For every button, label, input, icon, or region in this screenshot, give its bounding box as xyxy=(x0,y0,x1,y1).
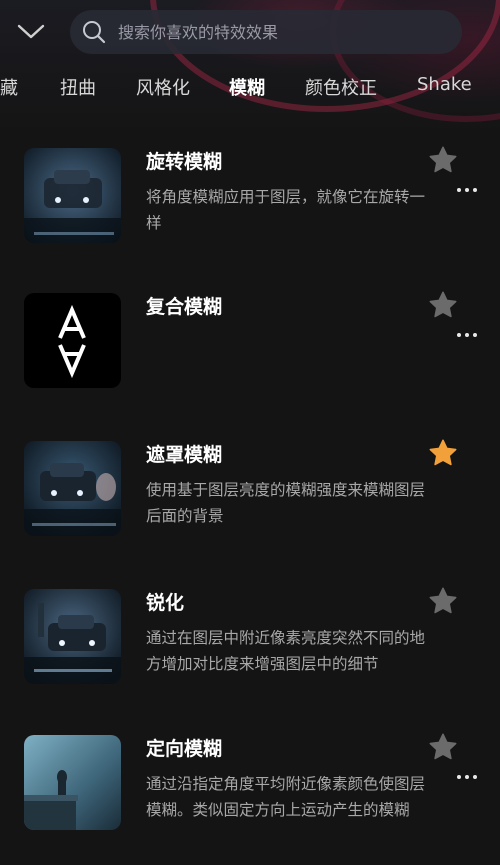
effect-thumbnail xyxy=(24,735,121,830)
tab-blur[interactable]: 模糊 xyxy=(229,74,265,100)
effect-title: 定向模糊 xyxy=(146,738,223,760)
more-icon-dot xyxy=(473,333,477,337)
tab-shake[interactable]: Shake xyxy=(417,74,472,95)
more-button[interactable] xyxy=(452,180,482,200)
effect-title: 复合模糊 xyxy=(146,296,223,318)
collapse-button[interactable] xyxy=(14,14,48,48)
star-icon xyxy=(429,439,457,466)
effect-description: 使用基于图层亮度的模糊强度来模糊图层后面的背景 xyxy=(146,481,426,525)
effect-description: 通过在图层中附近像素亮度突然不同的地方增加对比度来增强图层中的细节 xyxy=(146,629,426,673)
more-icon-dot xyxy=(473,775,477,779)
tab-favorites[interactable]: 藏 xyxy=(0,74,18,100)
effect-description: 将角度模糊应用于图层，就像它在旋转一样 xyxy=(146,188,426,232)
category-tabs: 藏 扭曲 风格化 模糊 颜色校正 Shake xyxy=(0,70,500,106)
favorite-button[interactable] xyxy=(427,585,459,617)
more-icon-dot xyxy=(473,188,477,192)
tab-distort[interactable]: 扭曲 xyxy=(60,74,96,100)
star-icon xyxy=(429,733,457,760)
effect-title: 旋转模糊 xyxy=(146,151,223,173)
more-icon xyxy=(457,775,461,779)
star-icon xyxy=(429,587,457,614)
effect-title: 锐化 xyxy=(146,592,185,614)
more-icon-dot xyxy=(465,775,469,779)
more-icon-dot xyxy=(465,333,469,337)
search-icon xyxy=(82,20,106,44)
more-icon xyxy=(457,188,461,192)
more-icon xyxy=(457,333,461,337)
effects-screen: 藏 扭曲 风格化 模糊 颜色校正 Shake xyxy=(0,0,500,865)
more-button[interactable] xyxy=(452,325,482,345)
effect-thumbnail xyxy=(24,148,121,243)
favorite-button[interactable] xyxy=(427,289,459,321)
effect-thumbnail xyxy=(24,589,121,684)
effect-description: 通过沿指定角度平均附近像素颜色使图层模糊。类似固定方向上运动产生的模糊 xyxy=(146,775,426,819)
tab-stylize[interactable]: 风格化 xyxy=(136,74,190,100)
star-icon xyxy=(429,291,457,318)
search-input[interactable] xyxy=(116,21,440,43)
more-icon-dot xyxy=(465,188,469,192)
effect-thumbnail xyxy=(24,441,121,536)
favorite-button[interactable] xyxy=(427,731,459,763)
tab-color-correction[interactable]: 颜色校正 xyxy=(305,74,377,100)
favorite-button[interactable] xyxy=(427,437,459,469)
chevron-down-icon xyxy=(17,24,45,39)
favorite-button[interactable] xyxy=(427,144,459,176)
effect-title: 遮罩模糊 xyxy=(146,444,223,466)
star-icon xyxy=(429,146,457,173)
search-bar[interactable] xyxy=(70,10,462,54)
effect-thumbnail xyxy=(24,293,121,388)
more-button[interactable] xyxy=(452,767,482,787)
top-bar xyxy=(0,0,500,60)
